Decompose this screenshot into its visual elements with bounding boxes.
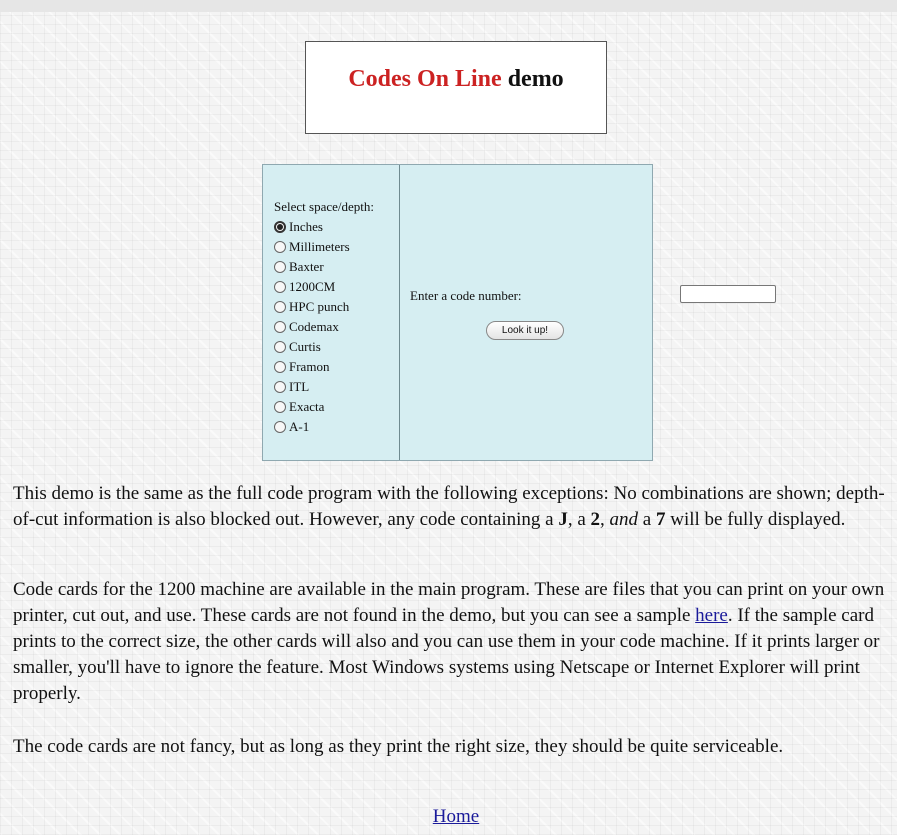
code-number-input[interactable] — [680, 285, 776, 303]
radio-option-inches[interactable]: Inches — [274, 217, 399, 237]
radio-button-icon[interactable] — [274, 381, 286, 393]
page-title: Codes On Line demo — [306, 42, 606, 93]
radio-button-icon[interactable] — [274, 281, 286, 293]
bold-letter-j: J — [558, 509, 568, 530]
radio-label: 1200CM — [289, 279, 336, 294]
text-run: will be fully displayed. — [665, 509, 846, 530]
radio-button-icon[interactable] — [274, 361, 286, 373]
radio-option-itl[interactable]: ITL — [274, 377, 399, 397]
radio-label: Codemax — [289, 319, 339, 334]
radio-button-icon[interactable] — [274, 421, 286, 433]
radio-option-millimeters[interactable]: Millimeters — [274, 237, 399, 257]
radio-option-a-1[interactable]: A-1 — [274, 417, 399, 437]
text-run: a — [638, 509, 656, 530]
radio-label: Baxter — [289, 259, 324, 274]
home-link[interactable]: Home — [433, 806, 479, 827]
radio-label: A-1 — [289, 419, 310, 434]
code-entry-panel: Enter a code number: Look it up! — [400, 165, 776, 460]
sample-card-link[interactable]: here — [695, 605, 728, 626]
radio-button-icon[interactable] — [274, 241, 286, 253]
title-brand: Codes On Line — [348, 66, 502, 92]
bold-digit-2: 2 — [590, 509, 601, 530]
radio-button-icon[interactable] — [274, 341, 286, 353]
text-run: , — [600, 509, 610, 530]
radio-label: Curtis — [289, 339, 321, 354]
lookup-form: Select space/depth: Inches Millimeters B… — [262, 164, 776, 461]
text-run: , a — [567, 509, 591, 530]
radio-label: HPC punch — [289, 299, 350, 314]
radio-label: Millimeters — [289, 239, 350, 254]
serviceable-paragraph: The code cards are not fancy, but as lon… — [13, 736, 784, 757]
radio-button-icon[interactable] — [274, 261, 286, 273]
code-number-label: Enter a code number: — [410, 288, 522, 303]
radio-option-curtis[interactable]: Curtis — [274, 337, 399, 357]
radio-button-checked-icon[interactable] — [274, 221, 286, 233]
radio-label: Inches — [289, 219, 323, 234]
radio-button-icon[interactable] — [274, 321, 286, 333]
radio-button-icon[interactable] — [274, 301, 286, 313]
radio-label: ITL — [289, 379, 310, 394]
radio-label: Exacta — [289, 399, 325, 414]
italic-and: and — [609, 509, 639, 530]
radio-option-hpc-punch[interactable]: HPC punch — [274, 297, 399, 317]
radio-option-codemax[interactable]: Codemax — [274, 317, 399, 337]
space-depth-panel: Select space/depth: Inches Millimeters B… — [263, 165, 400, 460]
radio-button-icon[interactable] — [274, 401, 286, 413]
radio-option-baxter[interactable]: Baxter — [274, 257, 399, 277]
radio-label: Framon — [289, 359, 330, 374]
title-box: Codes On Line demo — [305, 41, 607, 134]
title-demo: demo — [507, 66, 564, 92]
radio-option-framon[interactable]: Framon — [274, 357, 399, 377]
space-depth-label: Select space/depth: — [274, 199, 374, 214]
radio-option-1200cm[interactable]: 1200CM — [274, 277, 399, 297]
look-it-up-button[interactable]: Look it up! — [486, 321, 564, 340]
footer: Home — [0, 806, 897, 828]
exceptions-paragraph: This demo is the same as the full code p… — [13, 481, 893, 533]
radio-option-exacta[interactable]: Exacta — [274, 397, 399, 417]
browser-top-strip — [0, 0, 897, 12]
code-cards-paragraph: Code cards for the 1200 machine are avai… — [13, 577, 893, 707]
